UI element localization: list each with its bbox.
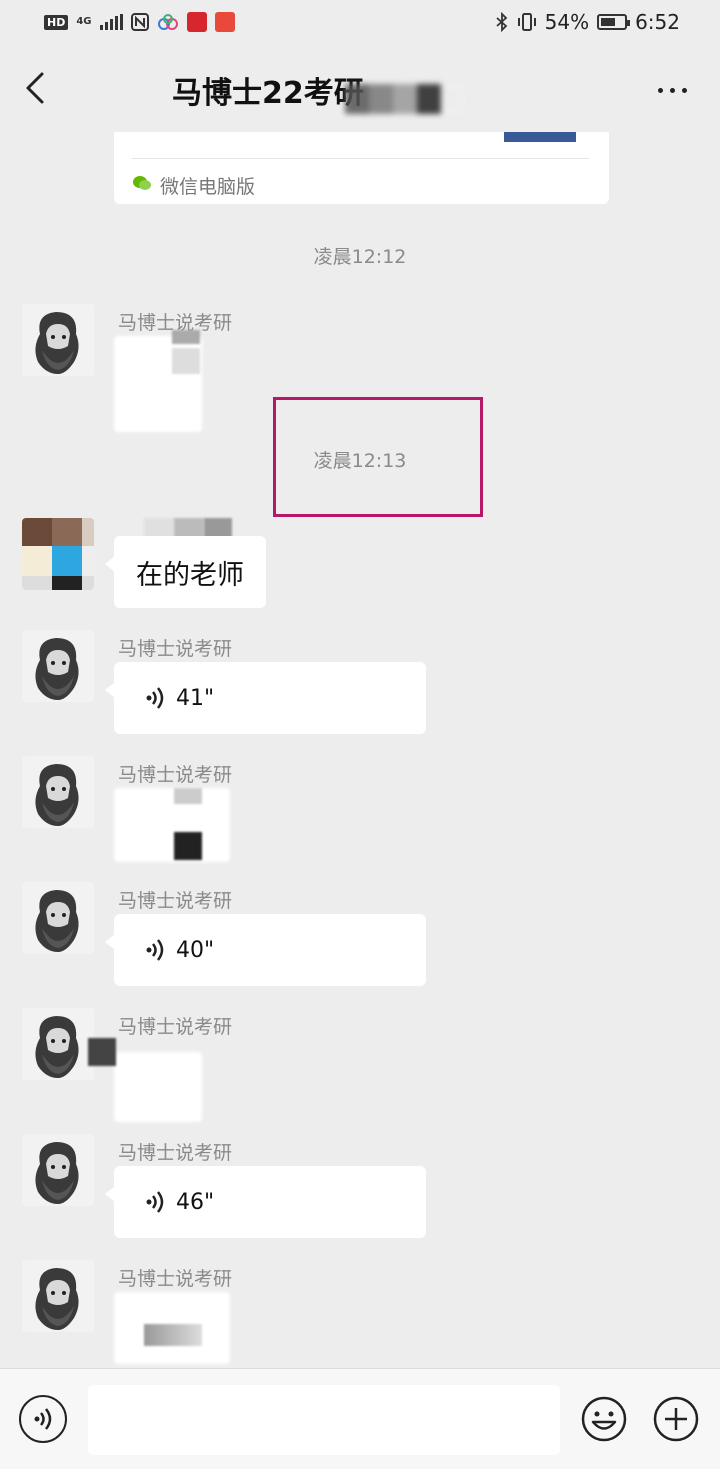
mosaic-patch xyxy=(174,788,202,804)
timestamp: 凌晨12:12 xyxy=(313,246,407,268)
message-input[interactable] xyxy=(88,1385,560,1455)
vibrate-icon xyxy=(517,13,536,31)
avatar[interactable] xyxy=(22,1134,94,1206)
chat-title: 马博士22考研 xyxy=(172,76,364,111)
status-left: HD 4G xyxy=(44,12,235,32)
plus-circle-icon[interactable] xyxy=(652,1395,700,1443)
highlight-box xyxy=(273,397,483,517)
redacted-image-message[interactable] xyxy=(114,1052,202,1122)
card-accent xyxy=(504,132,576,142)
shared-card[interactable]: 微信电脑版 xyxy=(114,132,609,204)
voice-message[interactable]: 46" xyxy=(105,1166,426,1238)
sender-name: 马博士说考研 xyxy=(118,1016,233,1038)
card-source: 微信电脑版 xyxy=(160,176,256,198)
redacted-image-message[interactable] xyxy=(114,788,230,862)
mosaic-patch xyxy=(174,832,202,860)
more-button[interactable] xyxy=(652,80,692,100)
network-type: 4G xyxy=(76,16,92,27)
avatar-portrait-icon xyxy=(22,882,94,954)
sender-name: 马博士说考研 xyxy=(118,890,233,912)
avatar-portrait-icon xyxy=(22,304,94,376)
avatar-portrait-icon xyxy=(22,756,94,828)
emoji-icon[interactable] xyxy=(580,1395,628,1443)
avatar[interactable] xyxy=(22,882,94,954)
avatar-portrait-icon xyxy=(22,630,94,702)
voice-duration: 41" xyxy=(176,685,215,711)
avatar-portrait-icon xyxy=(22,1008,94,1080)
voice-icon xyxy=(34,1408,52,1430)
voice-message[interactable]: 41" xyxy=(105,662,426,734)
sender-name: 马博士说考研 xyxy=(118,638,233,660)
avatar[interactable] xyxy=(22,1260,94,1332)
bluetooth-icon xyxy=(496,12,507,32)
chevron-left-icon xyxy=(26,72,44,104)
avatar[interactable] xyxy=(22,304,94,376)
sender-name: 马博士说考研 xyxy=(118,1142,233,1164)
news-app-icon xyxy=(186,12,207,32)
mosaic-patch xyxy=(144,1324,202,1346)
status-bar: HD 4G 54% 6:52 xyxy=(0,0,720,44)
signal-icon xyxy=(99,14,123,30)
cloud-app-icon xyxy=(157,14,178,30)
chat-area[interactable]: 微信电脑版 凌晨12:12 马博士说考研 凌晨12:13 在的老师 马博士说考研… xyxy=(0,132,720,1368)
avatar[interactable] xyxy=(22,756,94,828)
status-right: 54% 6:52 xyxy=(495,10,680,34)
shop-app-icon xyxy=(214,12,235,32)
back-button[interactable] xyxy=(18,66,58,110)
voice-wave-icon xyxy=(146,687,164,709)
text-message[interactable]: 在的老师 xyxy=(105,536,266,608)
avatar-portrait-icon xyxy=(22,1134,94,1206)
mosaic-patch xyxy=(172,348,200,374)
sender-name: 马博士说考研 xyxy=(118,764,233,786)
voice-input-button[interactable] xyxy=(19,1395,67,1443)
mosaic-patch xyxy=(172,330,200,344)
avatar[interactable] xyxy=(22,1008,94,1080)
clock: 6:52 xyxy=(635,10,680,34)
wechat-icon xyxy=(133,176,151,190)
redacted-title-suffix xyxy=(345,84,465,114)
hd-badge: HD xyxy=(44,14,69,30)
battery-percent: 54% xyxy=(544,10,590,34)
voice-duration: 40" xyxy=(176,937,215,963)
sender-name: 马博士说考研 xyxy=(118,1268,233,1290)
voice-wave-icon xyxy=(146,1191,164,1213)
battery-icon xyxy=(597,14,631,30)
mosaic-patch xyxy=(88,1038,116,1066)
voice-wave-icon xyxy=(146,939,164,961)
mosaic-avatar xyxy=(22,518,94,590)
avatar-portrait-icon xyxy=(22,1260,94,1332)
card-divider xyxy=(132,158,589,159)
nfc-icon xyxy=(130,13,149,31)
avatar[interactable] xyxy=(22,630,94,702)
chat-header: 马博士22考研 xyxy=(0,44,720,132)
avatar-redacted[interactable] xyxy=(22,518,94,590)
more-horizontal-icon xyxy=(657,87,663,93)
input-bar xyxy=(0,1368,720,1469)
voice-duration: 46" xyxy=(176,1189,215,1215)
voice-message[interactable]: 40" xyxy=(105,914,426,986)
